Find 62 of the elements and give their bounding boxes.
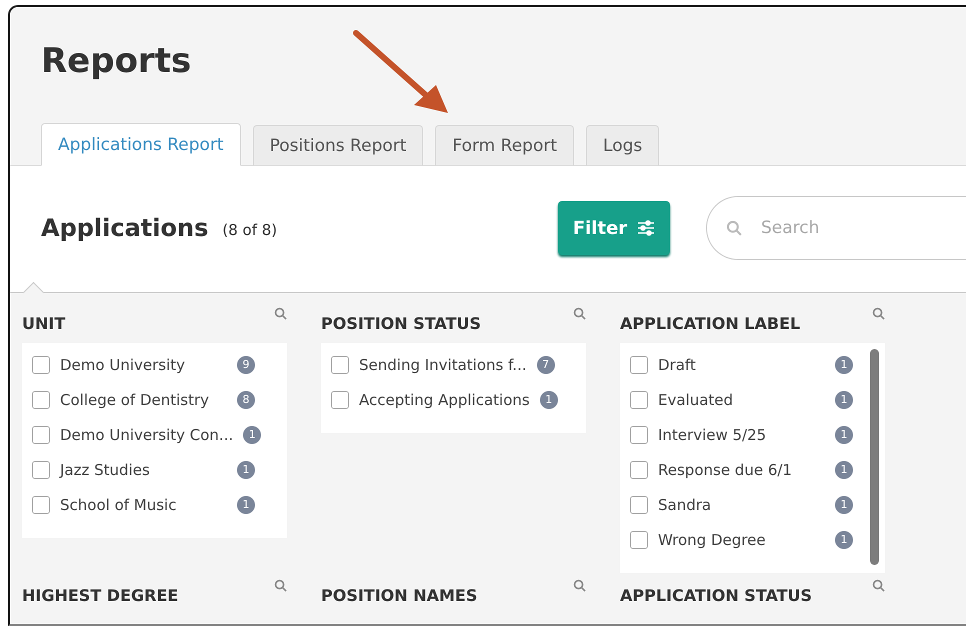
tab[interactable]: Positions Report bbox=[252, 125, 424, 166]
count-badge: 1 bbox=[835, 496, 853, 514]
sliders-icon bbox=[637, 220, 656, 236]
checkbox[interactable] bbox=[331, 356, 349, 374]
filter-option[interactable]: Draft bbox=[658, 356, 825, 374]
count-badge: 1 bbox=[835, 460, 853, 478]
count-badge: 1 bbox=[243, 426, 262, 444]
count-badge: 1 bbox=[835, 426, 853, 444]
filter-group-title: POSITION NAMES bbox=[321, 586, 478, 605]
scrollbar[interactable] bbox=[870, 349, 879, 565]
search-field[interactable]: Search bbox=[706, 196, 966, 260]
search-icon[interactable] bbox=[872, 579, 885, 592]
filter-option[interactable]: Sandra bbox=[658, 496, 825, 514]
checkbox[interactable] bbox=[630, 390, 648, 408]
filter-option[interactable]: Demo University bbox=[60, 356, 227, 374]
checkbox[interactable] bbox=[32, 390, 50, 408]
count-badge: 9 bbox=[237, 356, 255, 374]
search-icon[interactable] bbox=[274, 307, 287, 320]
filter-option[interactable]: Wrong Degree bbox=[658, 530, 825, 548]
section-title: Applications bbox=[41, 214, 208, 242]
count-badge: 8 bbox=[237, 390, 255, 408]
filter-option[interactable]: Jazz Studies bbox=[60, 460, 227, 478]
checkbox[interactable] bbox=[630, 426, 648, 444]
filter-option[interactable]: School of Music bbox=[60, 496, 227, 514]
checkbox[interactable] bbox=[630, 530, 648, 548]
count-badge: 7 bbox=[536, 356, 555, 374]
result-count: (8 of 8) bbox=[222, 221, 278, 239]
filter-option[interactable]: Response due 6/1 bbox=[658, 460, 825, 478]
checkbox[interactable] bbox=[32, 460, 50, 478]
search-icon[interactable] bbox=[726, 220, 742, 236]
count-badge: 1 bbox=[237, 460, 255, 478]
filter-group-title: APPLICATION LABEL bbox=[620, 314, 800, 333]
checkbox[interactable] bbox=[630, 356, 648, 374]
filter-group-title: APPLICATION STATUS bbox=[620, 586, 812, 605]
filter-option[interactable]: Evaluated bbox=[658, 390, 825, 408]
search-icon[interactable] bbox=[872, 307, 885, 320]
search-icon[interactable] bbox=[573, 307, 586, 320]
filter-group-title: POSITION STATUS bbox=[321, 314, 481, 333]
count-badge: 1 bbox=[237, 496, 255, 514]
tab[interactable]: Form Report bbox=[435, 125, 574, 166]
checkbox[interactable] bbox=[32, 356, 50, 374]
checkbox[interactable] bbox=[32, 496, 50, 514]
filter-option[interactable]: Sending Invitations f... bbox=[359, 356, 527, 374]
checkbox[interactable] bbox=[630, 496, 648, 514]
search-icon[interactable] bbox=[274, 579, 287, 592]
page-title: Reports bbox=[41, 41, 192, 81]
filter-group-title: HIGHEST DEGREE bbox=[22, 586, 178, 605]
count-badge: 1 bbox=[835, 530, 853, 548]
count-badge: 1 bbox=[540, 390, 558, 408]
count-badge: 1 bbox=[835, 390, 853, 408]
checkbox[interactable] bbox=[32, 426, 50, 444]
filter-option[interactable]: Accepting Applications bbox=[359, 390, 530, 408]
filter-option[interactable]: Interview 5/25 bbox=[658, 426, 825, 444]
filter-group-title: UNIT bbox=[22, 314, 66, 333]
tab[interactable]: Logs bbox=[586, 125, 660, 166]
checkbox[interactable] bbox=[331, 390, 349, 408]
count-badge: 1 bbox=[835, 356, 853, 374]
filter-option[interactable]: College of Dentistry bbox=[60, 390, 227, 408]
checkbox[interactable] bbox=[630, 460, 648, 478]
tab[interactable]: Applications Report bbox=[41, 123, 241, 166]
search-icon[interactable] bbox=[573, 579, 586, 592]
filter-option[interactable]: Demo University Con... bbox=[60, 426, 234, 444]
